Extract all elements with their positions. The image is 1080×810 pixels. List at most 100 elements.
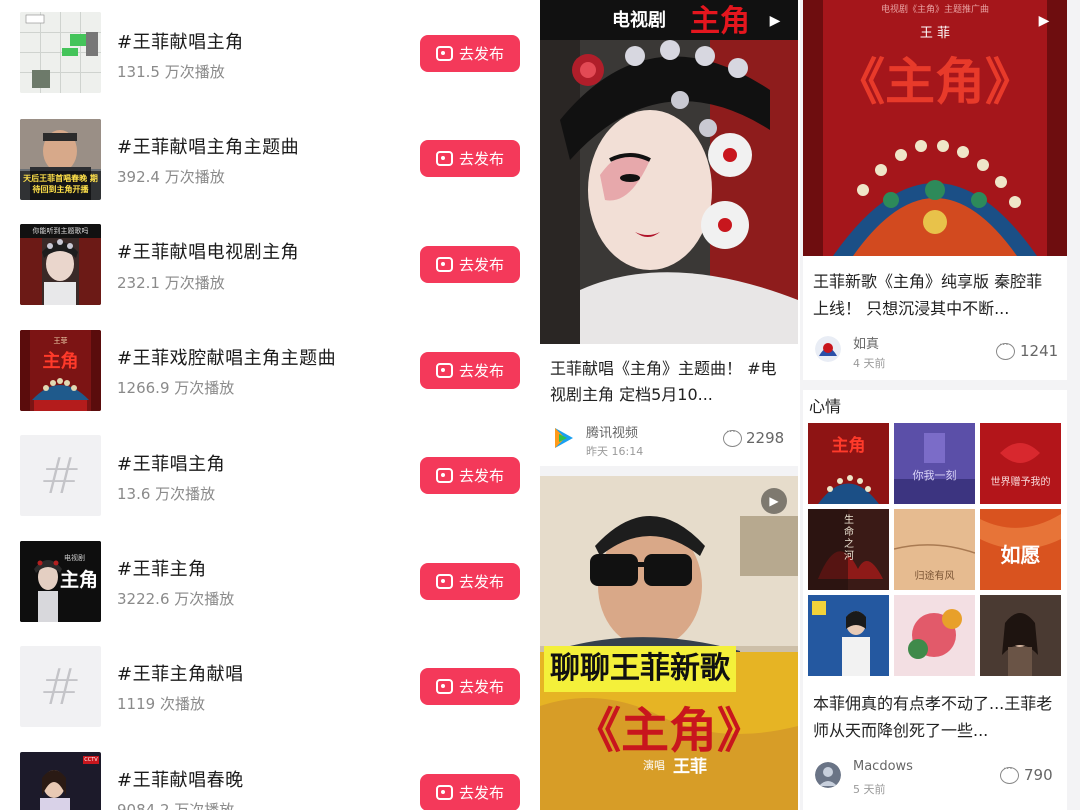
- singer-label: 演唱: [643, 759, 665, 772]
- banner-label: 电视剧: [612, 10, 666, 31]
- post-time: 5 天前: [853, 783, 886, 796]
- publish-button[interactable]: 去发布: [420, 140, 520, 177]
- topic-play-count: 232.1 万次播放: [117, 274, 225, 292]
- topic-play-count: 13.6 万次播放: [117, 485, 216, 503]
- camera-icon: [435, 363, 453, 378]
- video-cover: ▶ 聊聊王菲新歌 《主角》 演唱 王菲: [540, 476, 798, 810]
- publish-button[interactable]: 去发布: [420, 246, 520, 283]
- topic-play-count: 1119 次播放: [117, 695, 205, 713]
- avatar[interactable]: [815, 336, 841, 362]
- topic-thumbnail: #: [20, 646, 101, 727]
- mood-thumbnail[interactable]: 生命之河: [808, 509, 889, 590]
- topic-title: #王菲献唱主角主题曲: [117, 137, 300, 158]
- topic-row[interactable]: # #王菲主角献唱 1119 次播放 去发布: [0, 632, 538, 737]
- poster-singer: 王 菲: [919, 26, 951, 41]
- mood-thumbnail[interactable]: [894, 595, 975, 676]
- topic-thumbnail: 你能听到主题歌吗: [20, 224, 101, 305]
- mood-header: 心情: [809, 397, 842, 416]
- cover-title: 《主角》: [572, 703, 765, 759]
- comment-icon[interactable]: [723, 427, 742, 447]
- thumbnail-caption: 王菲: [53, 337, 68, 345]
- topic-thumbnail: [20, 12, 101, 93]
- camera-icon: [435, 574, 453, 589]
- topic-row[interactable]: 你能听到主题歌吗 #王菲献唱电视剧主角 232.1 万次播放 去发布: [0, 211, 538, 316]
- topic-title: #王菲献唱春晚: [117, 770, 244, 791]
- topic-row[interactable]: 王菲 主角 #王菲戏腔献唱主角主题曲 1266.9 万次播放 去发布: [0, 316, 538, 421]
- topic-title: #王菲献唱电视剧主角: [117, 242, 300, 263]
- hashtag-icon: #: [39, 446, 82, 505]
- mood-thumbnail[interactable]: 主角: [808, 423, 889, 504]
- topic-title: #王菲戏腔献唱主角主题曲: [117, 348, 337, 369]
- camera-icon: [435, 257, 453, 272]
- topic-row[interactable]: #王菲献唱主角 131.5 万次播放 去发布: [0, 0, 538, 105]
- topic-row[interactable]: 天后王菲首唱春晚 期待回到主角开播 #王菲献唱主角主题曲 392.4 万次播放 …: [0, 105, 538, 210]
- topic-play-count: 392.4 万次播放: [117, 168, 225, 186]
- mood-label: 生命之河: [844, 515, 854, 562]
- hashtag-icon: #: [39, 657, 82, 716]
- banner-title: 主角: [690, 4, 750, 39]
- screen: #王菲献唱主角 131.5 万次播放 去发布 天后王菲首唱春晚 期待回到主角开播: [0, 0, 1080, 810]
- topic-play-count: 1266.9 万次播放: [117, 379, 235, 397]
- tencent-video-icon: [550, 425, 576, 451]
- topic-play-count: 3222.6 万次播放: [117, 590, 235, 608]
- post-time: 4 天前: [853, 357, 886, 370]
- thumbnail-caption: 你能听到主题歌吗: [32, 227, 89, 235]
- thumbnail-caption: 电视剧: [64, 554, 85, 562]
- source-name[interactable]: 腾讯视频: [586, 422, 638, 441]
- publish-button[interactable]: 去发布: [420, 563, 520, 600]
- thumbnail-title: 主角: [60, 569, 99, 591]
- mood-label: 归途有风: [914, 571, 955, 582]
- poster-title: 《主角》: [835, 52, 1035, 111]
- comment-count: 1241: [1020, 342, 1059, 360]
- topic-row[interactable]: 电视剧 主角 #王菲主角 3222.6 万次播放 去发布: [0, 527, 538, 632]
- cover-caption: 聊聊王菲新歌: [544, 646, 736, 692]
- card-title: 本菲佣真的有点孝不动了...王菲老师从天而降创死了一些...: [813, 694, 1053, 740]
- thumbnail-title: 主角: [42, 351, 79, 372]
- publish-button[interactable]: 去发布: [420, 668, 520, 705]
- topic-title: #王菲唱主角: [117, 454, 226, 475]
- mood-thumbnail[interactable]: 如愿: [980, 509, 1061, 590]
- cover-strip-text: 电视剧《主角》主题推广曲: [880, 5, 989, 15]
- mood-thumbnail[interactable]: 归途有风: [894, 509, 975, 590]
- camera-icon: [435, 785, 453, 800]
- play-icon: ▶: [1038, 13, 1050, 29]
- publish-button[interactable]: 去发布: [420, 774, 520, 810]
- video-card[interactable]: ▶ 聊聊王菲新歌 《主角》 演唱 王菲: [540, 476, 798, 810]
- author-name[interactable]: 如真: [853, 333, 879, 352]
- mood-thumbnail[interactable]: 世界赠予我的: [980, 423, 1061, 504]
- topic-thumbnail: CCTV: [20, 752, 101, 810]
- comment-icon[interactable]: [1000, 764, 1019, 784]
- mood-thumbnail[interactable]: 你我一刻: [894, 423, 975, 504]
- topic-title: #王菲献唱主角: [117, 32, 244, 53]
- feed-column-right: 电视剧《主角》主题推广曲 王 菲 《主角》 ▶ 王菲新歌《主角》纯享版 秦腔菲上…: [800, 0, 1080, 810]
- card-title: 王菲新歌《主角》纯享版 秦腔菲上线！ 只想沉浸其中不断...: [813, 272, 1043, 318]
- camera-icon: [435, 679, 453, 694]
- mood-card[interactable]: 心情 主角 你我一刻 世界赠予我的 生命之河 归途有风 如愿 本菲佣真的有点孝不…: [803, 390, 1067, 810]
- topic-title: #王菲主角: [117, 559, 207, 580]
- camera-icon: [435, 151, 453, 166]
- post-time: 昨天 16:14: [586, 445, 644, 458]
- comment-count: 790: [1024, 766, 1053, 784]
- topic-row[interactable]: # #王菲唱主角 13.6 万次播放 去发布: [0, 421, 538, 526]
- play-icon: ▶: [769, 13, 781, 29]
- thumbnail-caption: 天后王菲首唱春晚 期待回到主角开播: [23, 174, 98, 194]
- mood-label: 世界赠予我的: [990, 477, 1051, 488]
- mood-thumbnail[interactable]: [980, 595, 1061, 676]
- topic-play-count: 9084.2 万次播放: [117, 801, 235, 810]
- publish-button[interactable]: 去发布: [420, 352, 520, 389]
- publish-button[interactable]: 去发布: [420, 35, 520, 72]
- video-card[interactable]: 电视剧《主角》主题推广曲 王 菲 《主角》 ▶ 王菲新歌《主角》纯享版 秦腔菲上…: [803, 0, 1067, 380]
- topic-thumbnail: 天后王菲首唱春晚 期待回到主角开播: [20, 119, 101, 200]
- channel-badge: CCTV: [84, 757, 98, 763]
- comment-icon[interactable]: [996, 340, 1015, 360]
- avatar[interactable]: [815, 762, 841, 788]
- mood-thumbnail[interactable]: [808, 595, 889, 676]
- author-name[interactable]: Macdows: [853, 759, 913, 774]
- play-icon: ▶: [761, 488, 787, 514]
- camera-icon: [435, 46, 453, 61]
- topic-thumbnail: 电视剧 主角: [20, 541, 101, 622]
- topic-row[interactable]: CCTV #王菲献唱春晚 9084.2 万次播放 去发布: [0, 738, 538, 810]
- video-card[interactable]: 电视剧 主角 ▶ 王菲献唱《主角》主题曲！ #电视剧主角 定档5月10... 腾…: [540, 0, 798, 466]
- publish-button[interactable]: 去发布: [420, 457, 520, 494]
- video-cover: 电视剧 主角 ▶: [540, 0, 798, 344]
